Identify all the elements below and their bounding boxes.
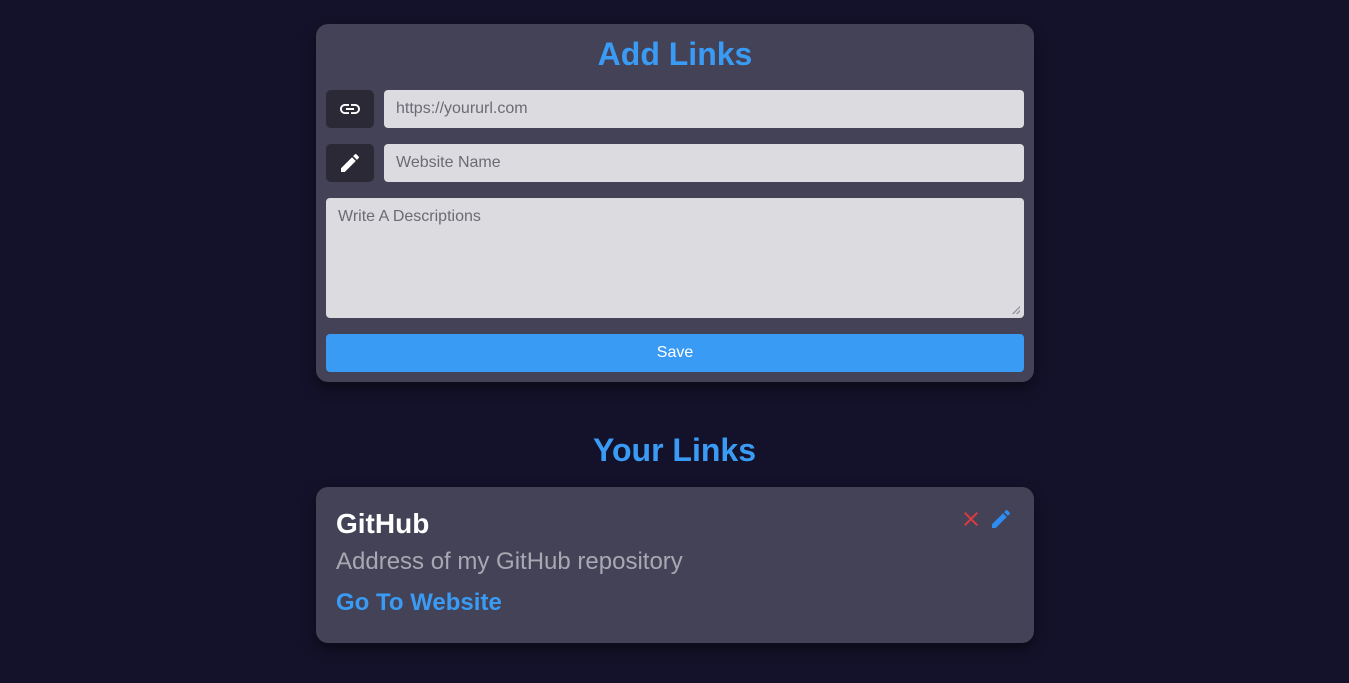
link-card: GitHub Address of my GitHub repository G… (316, 487, 1034, 643)
url-input[interactable] (384, 90, 1024, 128)
save-button[interactable]: Save (326, 334, 1024, 372)
add-links-form: Add Links Save (316, 24, 1034, 382)
url-icon-box (326, 90, 374, 128)
link-description: Address of my GitHub repository (336, 548, 683, 575)
pencil-icon (341, 153, 360, 172)
name-icon-box (326, 144, 374, 182)
your-links-heading: Your Links (593, 432, 756, 468)
link-title: GitHub (336, 508, 430, 539)
textarea-resize-handle[interactable] (1012, 306, 1020, 314)
website-name-input[interactable] (384, 144, 1024, 182)
delete-link-button[interactable] (959, 507, 983, 531)
description-textarea[interactable] (326, 198, 1024, 318)
go-to-website-link[interactable]: Go To Website (336, 588, 502, 618)
edit-link-button[interactable] (989, 507, 1013, 531)
form-title: Add Links (597, 36, 753, 72)
close-icon (964, 512, 978, 526)
pencil-icon (992, 509, 1011, 528)
link-icon (340, 104, 360, 114)
